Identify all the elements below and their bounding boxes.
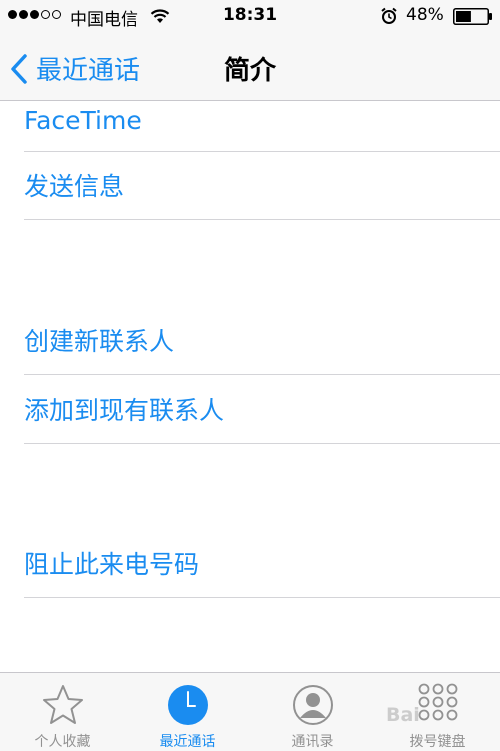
tab-label: 通讯录	[291, 734, 334, 750]
facetime-row[interactable]: FaceTime	[24, 84, 500, 152]
create-contact-row[interactable]: 创建新联系人	[24, 307, 500, 375]
watermark: Bai	[386, 704, 420, 726]
clock-icon	[167, 685, 208, 725]
alarm-icon	[381, 7, 397, 24]
page-title: 简介	[223, 56, 276, 86]
status-bar: 中国电信 18:31 48%	[0, 0, 500, 32]
add-to-existing-contact-label: 添加到现有联系人	[24, 396, 225, 425]
send-message-label: 发送信息	[24, 172, 125, 201]
facetime-label: FaceTime	[24, 106, 142, 135]
send-message-row[interactable]: 发送信息	[24, 152, 500, 220]
star-icon	[42, 685, 83, 724]
keypad-icon	[418, 683, 457, 721]
tab-recents[interactable]: 最近通话	[125, 673, 250, 751]
tab-contacts[interactable]: 通讯录	[250, 673, 375, 751]
create-contact-label: 创建新联系人	[24, 327, 175, 356]
tab-label: 最近通话	[159, 734, 216, 750]
block-caller-label: 阻止此来电号码	[24, 550, 200, 579]
tab-label: 拨号键盘	[409, 734, 466, 750]
add-to-existing-contact-row[interactable]: 添加到现有联系人	[24, 376, 500, 444]
block-caller-row[interactable]: 阻止此来电号码	[24, 530, 500, 598]
battery-icon	[453, 8, 492, 25]
tab-favorites[interactable]: 个人收藏	[0, 673, 125, 751]
tab-bar: 个人收藏 最近通话 通讯录 拨号键盘 Bai	[0, 672, 500, 751]
battery-percentage: 48%	[406, 5, 444, 25]
contacts-icon	[292, 685, 333, 725]
tab-label: 个人收藏	[34, 734, 91, 750]
